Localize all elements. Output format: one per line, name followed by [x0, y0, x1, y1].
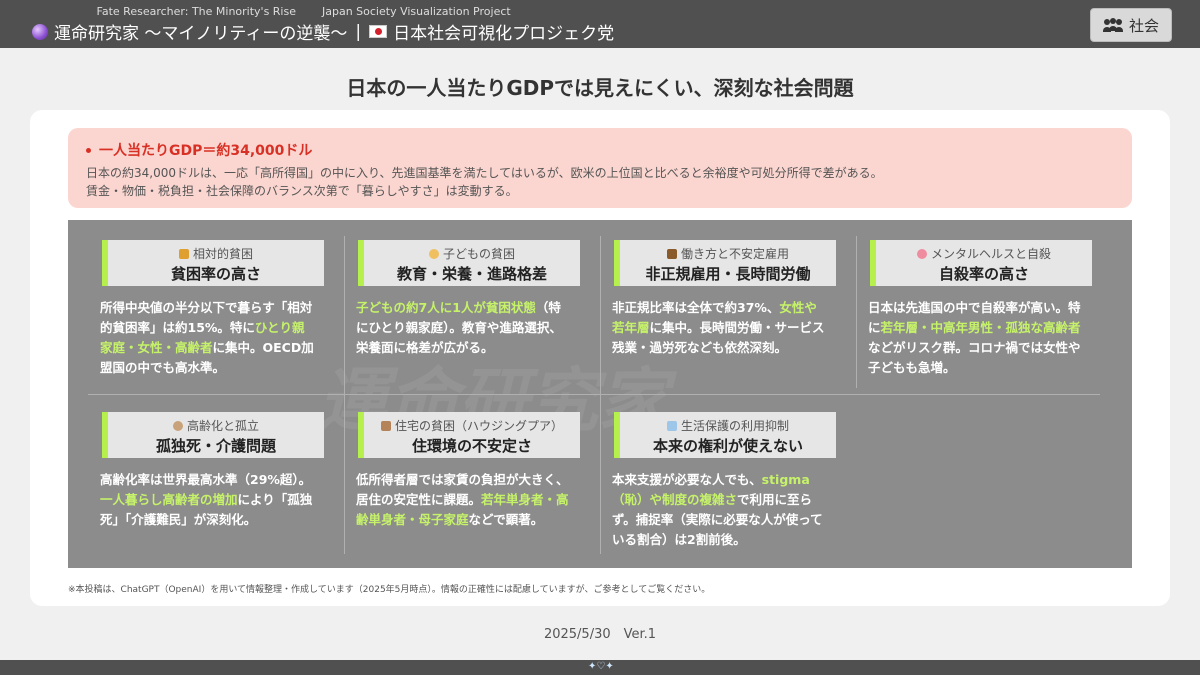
issue-description: 日本は先進国の中で自殺率が高い。特に若年層・中高年男性・孤独な高齢者などがリスク… [868, 300, 1081, 375]
issue-category: 働き方と不安定雇用 [680, 247, 789, 261]
document-icon [666, 420, 677, 431]
brand-subtitle-en: Fate Researcher: The Minority's Rise [96, 5, 296, 18]
gdp-highlight: 一人当たりGDP＝約34,000ドル 日本の約34,000ドルは、一応「高所得国… [68, 128, 1132, 208]
gdp-line-1: 日本の約34,000ドルは、一応「高所得国」の中に入り、先進国基準を満たしてはい… [86, 166, 883, 180]
issue-category: 生活保護の利用抑制 [680, 419, 789, 433]
separator: | [355, 21, 362, 42]
briefcase-icon [666, 248, 677, 259]
people-icon [1102, 18, 1123, 32]
japan-flag-icon [369, 25, 388, 38]
issue-category: 高齢化と孤立 [186, 419, 259, 433]
issue-description: 低所得者層では家賃の負担が大きく、居住の安定性に課題。若年単身者・高齢単身者・母… [356, 472, 569, 527]
issue-label: 相対的貧困 貧困率の高さ [102, 240, 324, 286]
issue-label: メンタルヘルスと自殺 自殺率の高さ [870, 240, 1092, 286]
people-icon [178, 248, 189, 259]
bullet-icon [86, 147, 91, 153]
elder-icon [172, 420, 183, 431]
issue-title: 孤独死・介護問題 [155, 437, 276, 455]
issue-category: 住宅の貧困（ハウジングプア） [394, 419, 563, 433]
issue-title: 自殺率の高さ [938, 265, 1029, 283]
brand-title-jp: 運命研究家 〜マイノリティーの逆襲〜 [54, 24, 348, 44]
brain-icon [916, 248, 927, 259]
issue-description: 所得中央値の半分以下で暮らす「相対的貧困率」は約15%。特にひとり親家庭・女性・… [100, 300, 314, 375]
issue-category: 相対的貧困 [192, 247, 253, 261]
issue-title: 住環境の不安定さ [411, 437, 532, 455]
gdp-line-2: 賃金・物価・税負担・社会保障のバランス次第で「暮らしやすさ」は変動する。 [86, 184, 518, 198]
project-subtitle-en: Japan Society Visualization Project [322, 5, 511, 18]
issue-label: 生活保護の利用抑制 本来の権利が使えない [614, 412, 836, 458]
date-version: 2025/5/30 Ver.1 [543, 627, 657, 642]
gdp-description: 日本の約34,000ドルは、一応「高所得国」の中に入り、先進国基準を満たしてはい… [86, 164, 1114, 200]
issue-title: 教育・栄養・進路格差 [396, 265, 547, 283]
society-button-label: 社会 [1128, 16, 1159, 35]
issue-category: メンタルヘルスと自殺 [930, 247, 1051, 261]
header-bar: Fate Researcher: The Minority's Rise Jap… [0, 0, 1200, 48]
society-button[interactable]: 社会 [1090, 8, 1172, 42]
issue-label: 住宅の貧困（ハウジングプア） 住環境の不安定さ [358, 412, 580, 458]
page-title: 日本の一人当たりGDPでは見えにくい、深刻な社会問題 [346, 76, 854, 100]
crystal-ball-icon [32, 23, 48, 40]
issue-title: 貧困率の高さ [170, 265, 261, 283]
footnote: ※本投稿は、ChatGPT（OpenAI）を用いて情報整理・作成しています（20… [68, 585, 711, 595]
brand-subtitles: Fate Researcher: The Minority's Rise Jap… [32, 5, 614, 18]
issue-category: 子どもの貧困 [442, 247, 515, 261]
house-icon [380, 420, 391, 431]
divider [600, 236, 601, 554]
gdp-heading-text: 一人当たりGDP＝約34,000ドル [99, 143, 313, 159]
issue-description: 子どもの約7人に1人が貧困状態（特にひとり親家庭）。教育や進路選択、栄養面に格差… [356, 300, 562, 355]
project-title-jp: 日本社会可視化プロジェク党 [393, 24, 615, 44]
gdp-heading: 一人当たりGDP＝約34,000ドル [86, 140, 1114, 160]
issue-label: 働き方と不安定雇用 非正規雇用・長時間労働 [614, 240, 836, 286]
issue-label: 子どもの貧困 教育・栄養・進路格差 [358, 240, 580, 286]
issue-title: 非正規雇用・長時間労働 [645, 265, 811, 283]
brand: Fate Researcher: The Minority's Rise Jap… [32, 5, 614, 44]
child-icon [428, 248, 439, 259]
issues-panel: 運命研究家 相対的貧困 貧困率の高さ 所得中央値の半分以下で暮らす「相対的貧困率… [68, 220, 1132, 568]
issue-description: 非正規比率は全体で約37%、女性や若年層に集中。長時間労働・サービス残業・過労死… [612, 300, 825, 355]
issue-title: 本来の権利が使えない [652, 437, 803, 455]
divider [344, 236, 345, 554]
issue-label: 高齢化と孤立 孤独死・介護問題 [102, 412, 324, 458]
divider [856, 236, 857, 388]
heart-icon: ✦♡✦ [588, 661, 614, 672]
main-card: 一人当たりGDP＝約34,000ドル 日本の約34,000ドルは、一応「高所得国… [30, 110, 1170, 606]
brand-title: 運命研究家 〜マイノリティーの逆襲〜 | 日本社会可視化プロジェク党 [32, 19, 614, 44]
issue-description: 本来支援が必要な人でも、stigma（恥）や制度の複雑さで利用に至らず。捕捉率（… [612, 472, 823, 547]
issue-description: 高齢化率は世界最高水準（29%超）。一人暮らし高齢者の増加により「孤独死」「介護… [100, 472, 313, 527]
divider [88, 394, 1100, 395]
